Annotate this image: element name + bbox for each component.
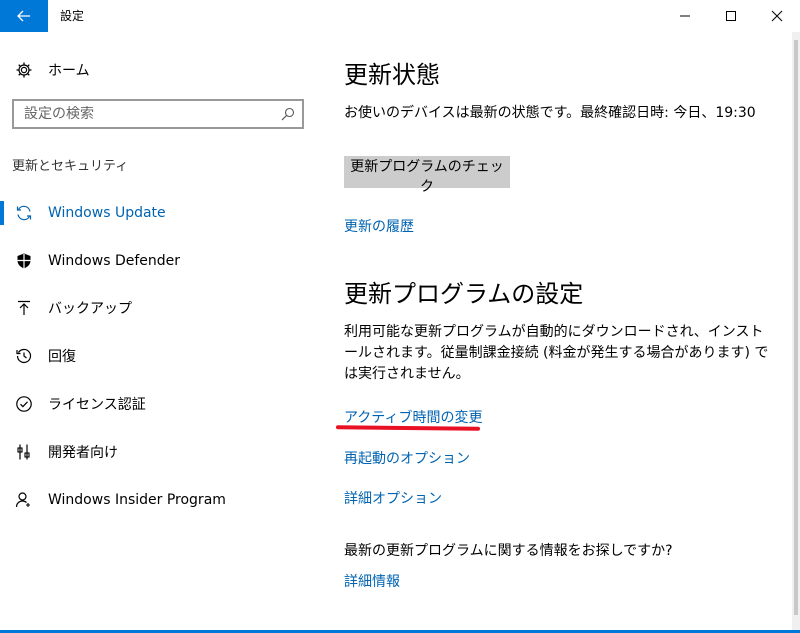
close-button[interactable] <box>754 0 800 32</box>
restart-options-link[interactable]: 再起動のオプション <box>344 448 470 468</box>
gear-icon <box>14 60 34 80</box>
check-updates-button[interactable]: 更新プログラムのチェック <box>344 156 510 195</box>
sidebar-item-windows-defender[interactable]: Windows Defender <box>0 241 320 281</box>
sidebar-item-label: ライセンス認証 <box>48 397 146 413</box>
maximize-button[interactable] <box>708 0 754 32</box>
update-history-link[interactable]: 更新の履歴 <box>344 216 414 236</box>
active-indicator <box>0 201 4 225</box>
annotation-underline <box>335 425 481 431</box>
sidebar-item-label: ホーム <box>48 63 90 79</box>
sidebar-item-activation[interactable]: ライセンス認証 <box>0 384 320 424</box>
sidebar-item-recovery[interactable]: 回復 <box>0 336 320 376</box>
window-title: 設定 <box>60 9 85 23</box>
sidebar-item-developers[interactable]: 開発者向け <box>0 432 320 472</box>
sync-icon <box>14 203 34 223</box>
update-status-text: お使いのデバイスは最新の状態です。最終確認日時: 今日、19:30 <box>344 105 756 121</box>
search-input[interactable] <box>24 106 264 122</box>
minimize-button[interactable] <box>662 0 708 32</box>
update-settings-description: 利用可能な更新プログラムが自動的にダウンロードされ、インストールされます。従量制… <box>344 324 769 382</box>
back-arrow-icon <box>17 10 30 22</box>
backup-arrow-icon <box>14 298 34 318</box>
sidebar-item-label: 開発者向け <box>48 445 118 461</box>
shield-icon <box>14 251 34 271</box>
info-question-text: 最新の更新プログラムに関する情報をお探しですか? <box>344 543 673 559</box>
advanced-options-link[interactable]: 詳細オプション <box>344 488 442 508</box>
title-bar: 設定 <box>0 0 800 32</box>
back-button[interactable] <box>0 0 48 32</box>
sidebar-item-label: バックアップ <box>48 301 132 317</box>
sidebar-item-backup[interactable]: バックアップ <box>0 288 320 328</box>
history-icon <box>14 346 34 366</box>
search-icon[interactable] <box>280 106 296 122</box>
sidebar-item-home[interactable]: ホーム <box>14 58 90 82</box>
sidebar-item-label: Windows Defender <box>48 253 181 269</box>
sidebar-item-insider-program[interactable]: Windows Insider Program <box>0 480 320 520</box>
maximize-icon <box>726 11 736 21</box>
developer-icon <box>14 442 34 462</box>
learn-more-link[interactable]: 詳細情報 <box>344 571 400 591</box>
check-circle-icon <box>14 394 34 414</box>
update-status-heading: 更新状態 <box>344 61 440 89</box>
sidebar-item-windows-update[interactable]: Windows Update <box>0 193 320 233</box>
search-box[interactable] <box>12 99 304 129</box>
person-icon <box>14 490 34 510</box>
sidebar-item-label: Windows Insider Program <box>48 492 226 508</box>
section-title: 更新とセキュリティ <box>12 159 129 174</box>
scrollbar-thumb[interactable] <box>794 40 798 615</box>
close-icon <box>771 10 783 22</box>
update-settings-heading: 更新プログラムの設定 <box>344 280 584 308</box>
sidebar-item-label: 回復 <box>48 349 76 365</box>
sidebar-item-label: Windows Update <box>48 205 166 221</box>
minimize-icon <box>680 15 690 17</box>
active-hours-link[interactable]: アクティブ時間の変更 <box>344 407 482 427</box>
